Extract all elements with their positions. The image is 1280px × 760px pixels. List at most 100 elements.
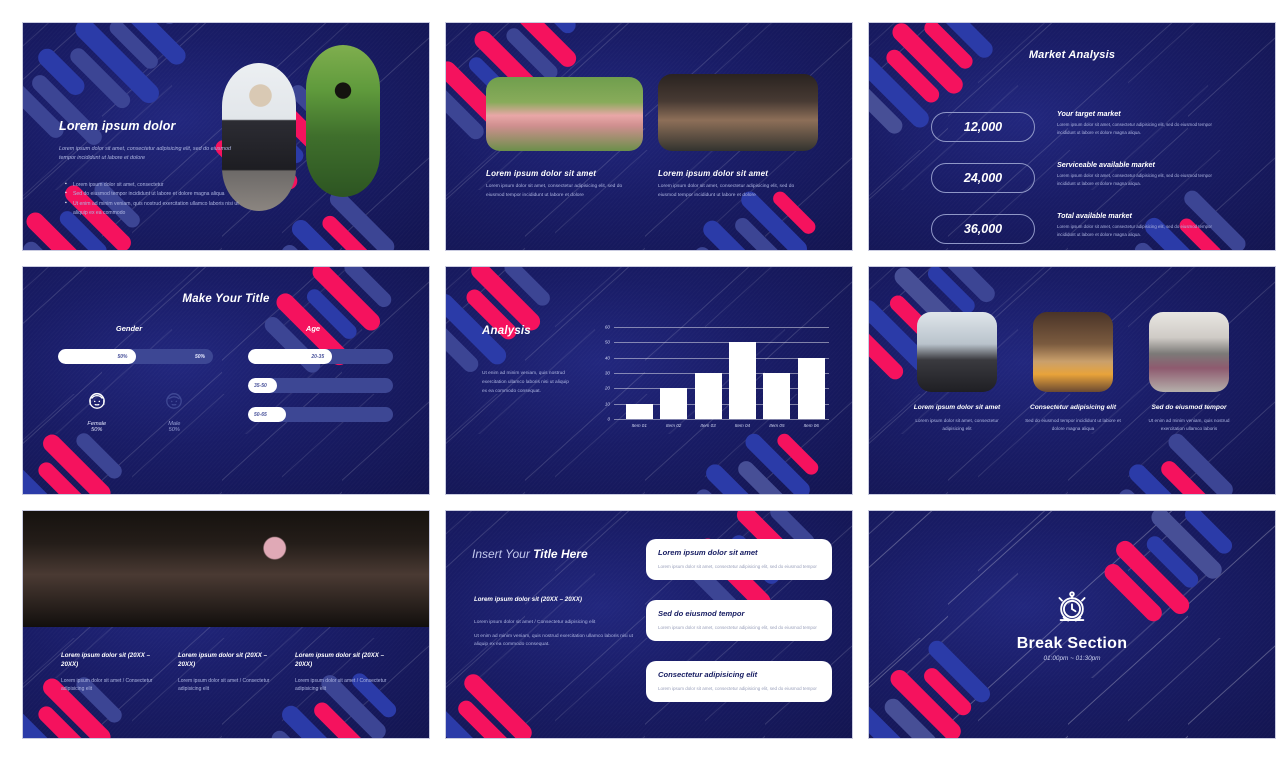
female-avatar-icon bbox=[88, 392, 105, 409]
metric-text-3: Total available market Lorem ipsum dolor… bbox=[1057, 211, 1212, 238]
gender-female-percent: 50% bbox=[91, 427, 103, 433]
bar-item-06[interactable]: Item 06 bbox=[797, 357, 825, 428]
break-time: 01:00pm ~ 01:30pm bbox=[1043, 654, 1101, 662]
timeline-column-3: Lorem ipsum dolor sit (20XX – 20XX) Lore… bbox=[295, 651, 390, 694]
metric-body: Lorem ipsum dolor sit amet, consectetur … bbox=[1057, 122, 1212, 135]
bar-item-02[interactable]: Item 02 bbox=[660, 388, 688, 428]
gender-female-column: Female 50% bbox=[85, 389, 109, 433]
slide-1-bullet-list: Lorem ipsum dolor sit amet, consectetur … bbox=[65, 180, 245, 219]
y-tick-10: 10 bbox=[604, 401, 610, 407]
card-title: Consectetur adipisicing elit bbox=[1029, 404, 1117, 411]
gender-right-value: 50% bbox=[194, 353, 205, 360]
timeline-column-2: Lorem ipsum dolor sit (20XX – 20XX) Lore… bbox=[178, 651, 273, 694]
gender-section-label: Gender bbox=[115, 324, 143, 333]
column-body: Lorem ipsum dolor sit amet / Consectetur… bbox=[61, 677, 153, 693]
timeline-column-1: Lorem ipsum dolor sit (20XX – 20XX) Lore… bbox=[61, 651, 156, 694]
column-title: Lorem ipsum dolor sit (20XX – 20XX) bbox=[178, 652, 268, 669]
age-section-label: Age bbox=[305, 324, 321, 333]
slide-6-three-cards[interactable]: Lorem ipsum dolor sit amet Lorem ipsum d… bbox=[868, 266, 1276, 495]
y-tick-60: 60 bbox=[604, 324, 610, 330]
list-item: Lorem ipsum dolor sit amet, consectetur bbox=[65, 180, 245, 190]
card-body: Ut enim ad minim veniam, quis nostrud ex… bbox=[1148, 418, 1230, 432]
list-item: Ut enim ad minim veniam, quis nostrud ex… bbox=[65, 199, 245, 219]
x-tick-label: Item 04 bbox=[734, 423, 751, 428]
bar-item-04[interactable]: Item 04 bbox=[729, 342, 756, 428]
slide-3-market-analysis[interactable]: Market Analysis 12,000 24,000 36,000 You… bbox=[868, 22, 1276, 251]
photo-yoga-stretch-gym bbox=[1033, 312, 1113, 392]
age-bar-35-50[interactable]: 35-50 bbox=[248, 378, 393, 393]
slide-2-two-photos[interactable]: Lorem ipsum dolor sit amet Lorem ipsum d… bbox=[445, 22, 853, 251]
caption-title-left: Lorem ipsum dolor sit amet bbox=[486, 169, 597, 178]
metric-pill-2[interactable]: 24,000 bbox=[931, 163, 1035, 193]
metric-text-1: Your target market Lorem ipsum dolor sit… bbox=[1057, 109, 1212, 136]
age-bar-label: 35-50 bbox=[254, 382, 267, 389]
bar-item-01[interactable]: Item 01 bbox=[625, 403, 653, 428]
slide-1-title[interactable]: Lorem ipsum dolor Lorem ipsum dolor sit … bbox=[22, 22, 430, 251]
card-title: Lorem ipsum dolor sit amet bbox=[913, 404, 1001, 411]
slide-1-heading: Lorem ipsum dolor bbox=[59, 119, 176, 133]
column-title: Lorem ipsum dolor sit (20XX – 20XX) bbox=[295, 652, 385, 669]
white-card-1[interactable]: Lorem ipsum dolor sit amet Lorem ipsum d… bbox=[646, 539, 832, 580]
white-card-2[interactable]: Sed do eiusmod tempor Lorem ipsum dolor … bbox=[646, 600, 832, 641]
alarm-clock-icon bbox=[1058, 590, 1086, 621]
y-tick-0: 0 bbox=[607, 416, 610, 422]
card-title: Lorem ipsum dolor sit amet bbox=[658, 548, 758, 557]
card-title: Sed do eiusmod tempor bbox=[658, 609, 745, 618]
male-avatar-icon bbox=[166, 392, 183, 409]
column-body: Lorem ipsum dolor sit amet / Consectetur… bbox=[295, 677, 387, 693]
white-card-3[interactable]: Consectetur adipisicing elit Lorem ipsum… bbox=[646, 661, 832, 702]
bar-chart: 60 50 40 30 20 10 0 Item 01 Item 02 Item… bbox=[605, 325, 829, 428]
page-title-bold: Title Here bbox=[533, 547, 588, 561]
column-body: Lorem ipsum dolor sit amet / Consectetur… bbox=[178, 677, 270, 693]
card-body: Lorem ipsum dolor sit amet, consectetur … bbox=[915, 418, 999, 432]
photo-gym-class bbox=[658, 74, 818, 151]
metric-heading: Serviceable available market bbox=[1057, 160, 1155, 169]
slide-9-break[interactable]: Break Section 01:00pm ~ 01:30pm bbox=[868, 510, 1276, 739]
page-title: Make Your Title bbox=[182, 293, 270, 305]
card-body: Lorem ipsum dolor sit amet, consectetur … bbox=[658, 625, 817, 630]
x-tick-label: Item 03 bbox=[700, 423, 716, 428]
card-3[interactable]: Sed do eiusmod tempor Ut enim ad minim v… bbox=[1139, 312, 1239, 434]
slide-7-timeline[interactable]: Lorem ipsum dolor sit (20XX – 20XX) Lore… bbox=[22, 510, 430, 739]
card-title: Consectetur adipisicing elit bbox=[658, 670, 758, 679]
metric-heading: Total available market bbox=[1057, 211, 1132, 220]
section-paragraph-2: Ut enim ad minim veniam, quis nostrud ex… bbox=[474, 634, 634, 648]
metric-body: Lorem ipsum dolor sit amet, consectetur … bbox=[1057, 173, 1212, 186]
x-tick-label: Item 05 bbox=[769, 423, 785, 428]
photo-outdoor-plank bbox=[486, 77, 643, 151]
slide-4-demographics[interactable]: Make Your Title Gender Age 50% 50% Femal… bbox=[22, 266, 430, 495]
photo-woman-yoga bbox=[306, 45, 380, 197]
metric-pill-1[interactable]: 12,000 bbox=[931, 112, 1035, 142]
age-bar-label: 50-65 bbox=[254, 411, 267, 418]
slide-deck: Lorem ipsum dolor Lorem ipsum dolor sit … bbox=[0, 0, 1280, 760]
y-tick-50: 50 bbox=[604, 339, 610, 345]
bar-item-03[interactable]: Item 03 bbox=[694, 373, 722, 428]
gender-ratio-bar[interactable]: 50% 50% bbox=[58, 349, 213, 364]
metric-pill-3[interactable]: 36,000 bbox=[931, 214, 1035, 244]
page-title-light: Insert Your bbox=[472, 547, 534, 561]
age-bar-50-65[interactable]: 50-65 bbox=[248, 407, 393, 422]
metric-heading: Your target market bbox=[1057, 109, 1121, 118]
photo-elliptical-trainer bbox=[917, 312, 997, 392]
age-bar-20-35[interactable]: 20-35 bbox=[248, 349, 393, 364]
card-2[interactable]: Consectetur adipisicing elit Sed do eius… bbox=[1023, 312, 1123, 434]
y-tick-20: 20 bbox=[604, 385, 610, 391]
card-1[interactable]: Lorem ipsum dolor sit amet Lorem ipsum d… bbox=[907, 312, 1007, 434]
slide-1-subtitle: Lorem ipsum dolor sit amet, consectetur … bbox=[59, 146, 231, 162]
break-title: Break Section bbox=[1016, 634, 1128, 652]
slide-8-title-cards[interactable]: Insert Your Title Here Lorem ipsum dolor… bbox=[445, 510, 853, 739]
card-title: Sed do eiusmod tempor bbox=[1151, 404, 1227, 411]
metric-body: Lorem ipsum dolor sit amet, consectetur … bbox=[1057, 224, 1212, 237]
slide-5-analysis-chart[interactable]: Analysis Ut enim ad minim veniam, quis n… bbox=[445, 266, 853, 495]
gender-icons-row: Female 50% Male 50% bbox=[58, 389, 213, 433]
bar-item-05[interactable]: Item 05 bbox=[763, 373, 791, 428]
caption-body-right: Lorem ipsum dolor sit amet, consectetur … bbox=[658, 184, 795, 198]
card-body: Lorem ipsum dolor sit amet, consectetur … bbox=[658, 686, 817, 691]
caption-title-right: Lorem ipsum dolor sit amet bbox=[658, 169, 769, 178]
break-content: Break Section 01:00pm ~ 01:30pm bbox=[869, 511, 1275, 738]
y-tick-40: 40 bbox=[604, 355, 610, 361]
section-paragraph-1: Lorem ipsum dolor sit amet / Consectetur… bbox=[474, 620, 596, 625]
card-body: Sed do eiusmod tempor incididunt ut labo… bbox=[1025, 418, 1121, 432]
y-tick-30: 30 bbox=[604, 370, 610, 376]
card-body: Lorem ipsum dolor sit amet, consectetur … bbox=[658, 564, 817, 569]
